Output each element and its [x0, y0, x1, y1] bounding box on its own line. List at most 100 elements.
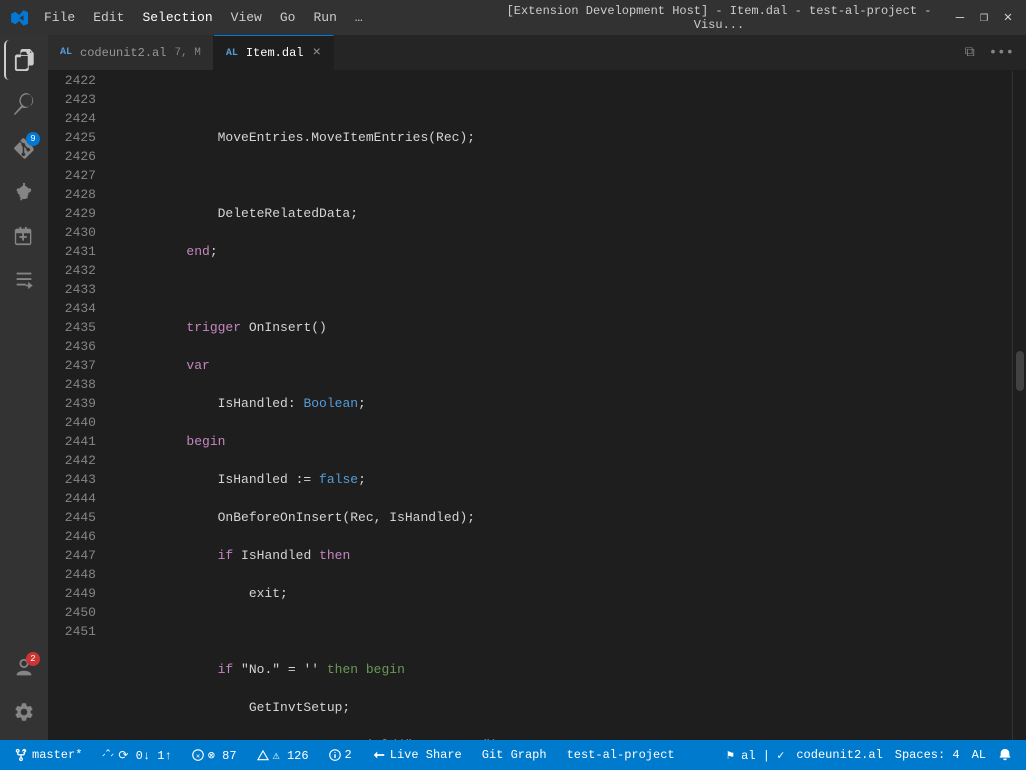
window-title: [Extension Development Host] - Item.dal …: [494, 4, 944, 32]
status-spaces[interactable]: Spaces: 4: [891, 748, 964, 762]
branch-icon: [14, 748, 28, 762]
error-count: ⊗ 87: [208, 748, 237, 763]
line-num-2427: 2427: [48, 166, 96, 185]
account-badge: 2: [26, 652, 40, 666]
sync-icon: [102, 749, 114, 761]
liveshare-icon: [372, 748, 386, 762]
tab-codeunit-suffix: 7, M: [174, 47, 200, 59]
line-num-2426: 2426: [48, 147, 96, 166]
status-right-group: ⚑ al | ✓ codeunit2.al Spaces: 4 AL: [723, 748, 1016, 763]
status-file[interactable]: codeunit2.al: [792, 748, 886, 762]
git-badge: 9: [26, 132, 40, 146]
maximize-button[interactable]: ❐: [976, 10, 992, 26]
code-editor[interactable]: 2422 2423 2424 2425 2426 2427 2428 2429 …: [48, 71, 1026, 740]
menu-view[interactable]: View: [223, 7, 270, 28]
activity-explorer-icon[interactable]: [4, 40, 44, 80]
status-user[interactable]: ⚑ al | ✓: [723, 748, 789, 763]
user-name: ⚑ al | ✓: [727, 748, 785, 763]
code-line-2426: end;: [124, 242, 1012, 261]
menu-bar: File Edit Selection View Go Run …: [36, 7, 486, 28]
status-gitgraph[interactable]: Git Graph: [478, 740, 551, 770]
error-icon: ✕: [192, 749, 204, 761]
warning-icon: [257, 749, 269, 761]
title-bar: File Edit Selection View Go Run … [Exten…: [0, 0, 1026, 35]
line-num-2441: 2441: [48, 432, 96, 451]
code-line-2427: [124, 280, 1012, 299]
warning-count: ⚠ 126: [273, 748, 309, 763]
line-num-2428: 2428: [48, 185, 96, 204]
info-count: 2: [345, 748, 352, 762]
menu-selection[interactable]: Selection: [134, 7, 220, 28]
menu-more[interactable]: …: [347, 7, 371, 28]
tab-codeunit-name: codeunit2.al: [80, 46, 166, 60]
editor-area: AL codeunit2.al 7, M AL Item.dal × ⧉ •••…: [48, 35, 1026, 740]
status-warnings[interactable]: ⚠ 126: [253, 740, 313, 770]
line-num-2429: 2429: [48, 204, 96, 223]
scrollbar[interactable]: [1012, 71, 1026, 740]
close-button[interactable]: ✕: [1000, 10, 1016, 26]
line-num-2449: 2449: [48, 584, 96, 603]
activity-settings-icon[interactable]: [4, 692, 44, 732]
activity-bar: 9 2: [0, 35, 48, 740]
split-editor-icon[interactable]: ⧉: [961, 43, 979, 63]
tab-item-name: Item.dal: [246, 46, 304, 60]
status-errors[interactable]: ✕ ⊗ 87: [188, 740, 241, 770]
activity-bar-bottom: 2: [4, 648, 44, 740]
tabs-right-controls: ⧉ •••: [961, 35, 1026, 70]
code-line-2432: IsHandled := false;: [124, 470, 1012, 489]
activity-remote-icon[interactable]: [4, 260, 44, 300]
menu-go[interactable]: Go: [272, 7, 304, 28]
code-line-2437: if "No." = '' then begin: [124, 660, 1012, 679]
line-num-2423: 2423: [48, 90, 96, 109]
code-line-2434: if IsHandled then: [124, 546, 1012, 565]
current-file: codeunit2.al: [796, 748, 882, 762]
line-num-2433: 2433: [48, 280, 96, 299]
line-num-2451: 2451: [48, 622, 96, 641]
language-label: AL: [972, 748, 986, 762]
line-num-2431: 2431: [48, 242, 96, 261]
tab-item[interactable]: AL Item.dal ×: [214, 35, 334, 70]
line-num-2424: 2424: [48, 109, 96, 128]
activity-extensions-icon[interactable]: [4, 216, 44, 256]
line-num-2425: 2425: [48, 128, 96, 147]
code-line-2436: [124, 622, 1012, 641]
code-line-2428: trigger OnInsert(): [124, 318, 1012, 337]
tabs-bar: AL codeunit2.al 7, M AL Item.dal × ⧉ •••: [48, 35, 1026, 71]
status-info[interactable]: 2: [325, 740, 356, 770]
activity-account-icon[interactable]: 2: [4, 648, 44, 688]
bell-icon: [998, 748, 1012, 762]
line-num-2438: 2438: [48, 375, 96, 394]
line-num-2434: 2434: [48, 299, 96, 318]
line-num-2435: 2435: [48, 318, 96, 337]
status-notifications[interactable]: [994, 748, 1016, 762]
tab-item-close[interactable]: ×: [312, 45, 320, 61]
minimize-button[interactable]: —: [952, 10, 968, 26]
tab-codeunit[interactable]: AL codeunit2.al 7, M: [48, 35, 214, 70]
status-liveshare[interactable]: Live Share: [368, 740, 466, 770]
svg-text:✕: ✕: [196, 753, 200, 761]
menu-edit[interactable]: Edit: [85, 7, 132, 28]
activity-search-icon[interactable]: [4, 84, 44, 124]
activity-git-icon[interactable]: 9: [4, 128, 44, 168]
status-sync[interactable]: ⟳ 0↓ 1↑: [98, 740, 175, 770]
vscode-logo-icon: [10, 9, 28, 27]
status-language[interactable]: AL: [968, 748, 990, 762]
line-num-2450: 2450: [48, 603, 96, 622]
scrollbar-thumb[interactable]: [1016, 351, 1024, 391]
menu-run[interactable]: Run: [305, 7, 344, 28]
project-name: test-al-project: [567, 748, 675, 762]
code-line-2424: [124, 166, 1012, 185]
line-num-2437: 2437: [48, 356, 96, 375]
more-tabs-icon[interactable]: •••: [985, 43, 1018, 63]
line-num-2444: 2444: [48, 489, 96, 508]
status-project[interactable]: test-al-project: [563, 740, 679, 770]
code-content[interactable]: MoveEntries.MoveItemEntries(Rec); Delete…: [108, 71, 1012, 740]
activity-debug-icon[interactable]: [4, 172, 44, 212]
code-line-2438: GetInvtSetup;: [124, 698, 1012, 717]
code-line-2435: exit;: [124, 584, 1012, 603]
gitgraph-label: Git Graph: [482, 748, 547, 762]
status-branch[interactable]: master*: [10, 740, 86, 770]
line-numbers: 2422 2423 2424 2425 2426 2427 2428 2429 …: [48, 71, 108, 740]
menu-file[interactable]: File: [36, 7, 83, 28]
line-num-2447: 2447: [48, 546, 96, 565]
